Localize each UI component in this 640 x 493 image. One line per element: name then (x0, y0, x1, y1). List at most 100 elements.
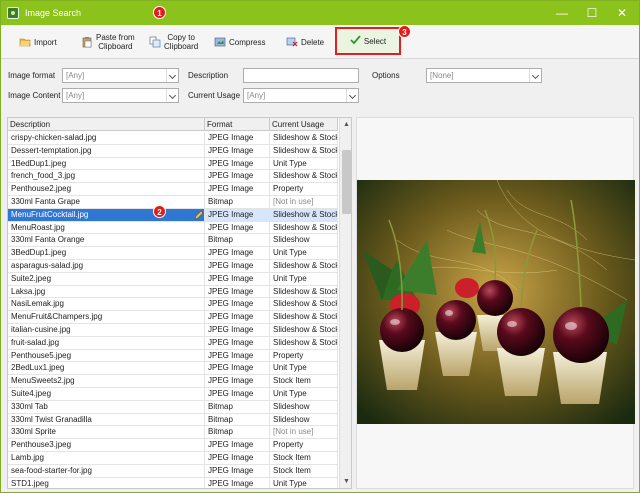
cell-description: Laksa.jpg (8, 285, 205, 298)
table-row[interactable]: 330ml Tab Bitmap Slideshow (8, 400, 338, 414)
image-format-select[interactable]: [Any] (62, 68, 179, 83)
current-usage-select[interactable]: [Any] (243, 88, 359, 103)
title-bar[interactable]: Image Search 1 — ☐ ✕ (1, 1, 639, 25)
table-row[interactable]: 2BedLux1.jpeg JPEG Image Unit Type (8, 362, 338, 376)
table-row[interactable]: NasiLemak.jpg JPEG Image Slideshow & Stock… (8, 298, 338, 312)
cell-current-usage: Slideshow (270, 234, 338, 247)
folder-open-icon (19, 36, 31, 48)
cell-format: JPEG Image (205, 272, 270, 285)
image-content-value: [Any] (66, 91, 85, 100)
cell-description: 330ml Fanta Grape (8, 196, 205, 208)
table-row[interactable]: Suite2.jpeg JPEG Image Unit Type (8, 272, 338, 286)
table-row[interactable]: MenuRoast.jpg JPEG Image Slideshow & Stock… (8, 221, 338, 235)
cell-format: JPEG Image (205, 375, 270, 388)
paste-label: Paste from Clipboard (96, 33, 135, 51)
column-header-description[interactable]: Description (8, 118, 205, 131)
table-row[interactable]: Lamb.jpg JPEG Image Stock Item (8, 452, 338, 465)
table-row[interactable]: italian-cusine.jpg JPEG Image Slideshow & … (8, 324, 338, 337)
cell-current-usage: Property (270, 439, 338, 452)
grid-scrollbar[interactable]: ▲ ▼ (339, 118, 351, 488)
copy-label: Copy to Clipboard (164, 33, 198, 51)
compress-button[interactable]: Compress (214, 29, 265, 55)
cell-description: french_food_3.jpg (8, 170, 205, 183)
image-grid[interactable]: Description Format Current Usage crispy-… (7, 117, 352, 489)
table-row[interactable]: 3BedDup1.jpeg JPEG Image Unit Type (8, 247, 338, 260)
cell-current-usage: Slideshow & Stock I (270, 221, 338, 234)
cell-format: JPEG Image (205, 170, 270, 183)
step-marker-1: 1 (153, 6, 166, 19)
cell-current-usage: Slideshow & Stock I (270, 324, 338, 336)
table-row[interactable]: STD1.jpeg JPEG Image Unit Type (8, 477, 338, 488)
cell-format: JPEG Image (205, 388, 270, 400)
cell-current-usage: Property (270, 183, 338, 196)
table-row[interactable]: 330ml Fanta Orange Bitmap Slideshow (8, 234, 338, 248)
table-row[interactable]: MenuFruit&Champers.jpg JPEG Image Slidesho… (8, 311, 338, 324)
table-row[interactable]: french_food_3.jpg JPEG Image Slideshow & S… (8, 170, 338, 184)
image-content-select[interactable]: [Any] (62, 88, 179, 103)
description-input[interactable] (243, 68, 359, 83)
description-filter-label: Description (188, 71, 229, 80)
cell-format: JPEG Image (205, 362, 270, 375)
image-search-window: Image Search 1 — ☐ ✕ Import Paste from C… (0, 0, 640, 493)
table-row[interactable]: Penthouse2.jpeg JPEG Image Property (8, 183, 338, 196)
table-row[interactable]: Dessert-temptation.jpg JPEG Image Slidesho… (8, 144, 338, 158)
column-header-current-usage[interactable]: Current Usage (270, 118, 338, 131)
table-row[interactable]: asparagus-salad.jpg JPEG Image Slideshow &… (8, 260, 338, 273)
cell-format: Bitmap (205, 413, 270, 426)
app-icon (7, 7, 19, 19)
close-button[interactable]: ✕ (607, 1, 637, 25)
cell-description: 330ml Sprite (8, 426, 205, 439)
step-marker-3: 3 (398, 25, 411, 38)
table-row[interactable]: sea-food-starter-for.jpg JPEG Image Stock … (8, 464, 338, 478)
column-header-format[interactable]: Format (205, 118, 270, 131)
select-button[interactable]: Select (335, 27, 401, 55)
compress-label: Compress (229, 37, 266, 47)
cell-format: JPEG Image (205, 132, 270, 144)
minimize-button[interactable]: — (547, 1, 577, 25)
cell-current-usage: Stock Item (270, 375, 338, 388)
scroll-up-arrow-icon[interactable]: ▲ (340, 118, 351, 131)
table-row[interactable]: crispy-chicken-salad.jpg JPEG Image Slides… (8, 132, 338, 145)
table-row[interactable]: 330ml Sprite Bitmap [Not in use] (8, 426, 338, 440)
image-content-label: Image Content (8, 91, 61, 100)
table-row[interactable]: MenuSweets2.jpg JPEG Image Stock Item (8, 375, 338, 388)
cell-description: MenuFruit&Champers.jpg (8, 311, 205, 324)
cell-format: JPEG Image (205, 324, 270, 336)
copy-to-clipboard-button[interactable]: Copy to Clipboard (149, 29, 198, 55)
table-row[interactable]: Penthouse5.jpeg JPEG Image Property (8, 349, 338, 363)
table-row[interactable]: Penthouse3.jpeg JPEG Image Property (8, 439, 338, 452)
table-row[interactable]: 330ml Twist Granadilla Bitmap Slideshow (8, 413, 338, 427)
table-row[interactable]: Laksa.jpg JPEG Image Slideshow & Stock I (8, 285, 338, 299)
cell-description: 2BedLux1.jpeg (8, 362, 205, 375)
cell-description: Penthouse5.jpeg (8, 349, 205, 362)
chevron-down-icon (346, 89, 358, 102)
maximize-button[interactable]: ☐ (577, 1, 607, 25)
table-row[interactable]: MenuFruitCocktail.jpg JPEG Image Slideshow… (8, 208, 338, 222)
compress-icon (214, 36, 226, 48)
edit-pencil-icon[interactable] (194, 210, 204, 220)
scroll-down-arrow-icon[interactable]: ▼ (340, 475, 351, 488)
table-row[interactable]: 1BedDup1.jpeg JPEG Image Unit Type (8, 157, 338, 171)
cell-current-usage: Unit Type (270, 477, 338, 488)
cell-current-usage: Slideshow & Stock I (270, 132, 338, 144)
cell-current-usage: Unit Type (270, 362, 338, 375)
image-format-label: Image format (8, 71, 56, 80)
options-value: [None] (430, 71, 454, 80)
current-usage-value: [Any] (247, 91, 266, 100)
table-row[interactable]: Suite4.jpeg JPEG Image Unit Type (8, 388, 338, 401)
image-preview-panel (356, 117, 635, 489)
cell-current-usage: Stock Item (270, 452, 338, 464)
select-label: Select (363, 36, 387, 46)
options-select[interactable]: [None] (426, 68, 542, 83)
scrollbar-thumb[interactable] (342, 150, 351, 214)
import-button[interactable]: Import (19, 29, 57, 55)
cell-current-usage: Slideshow & Stock I (270, 311, 338, 324)
delete-button[interactable]: Delete (286, 29, 324, 55)
paste-from-clipboard-button[interactable]: Paste from Clipboard (81, 29, 135, 55)
chevron-down-icon (166, 69, 178, 82)
cell-description: fruit-salad.jpg (8, 336, 205, 349)
table-row[interactable]: fruit-salad.jpg JPEG Image Slideshow & Sto… (8, 336, 338, 350)
cell-current-usage: Stock Item (270, 464, 338, 477)
table-row[interactable]: 330ml Fanta Grape Bitmap [Not in use] (8, 196, 338, 209)
cell-description: Penthouse2.jpeg (8, 183, 205, 196)
